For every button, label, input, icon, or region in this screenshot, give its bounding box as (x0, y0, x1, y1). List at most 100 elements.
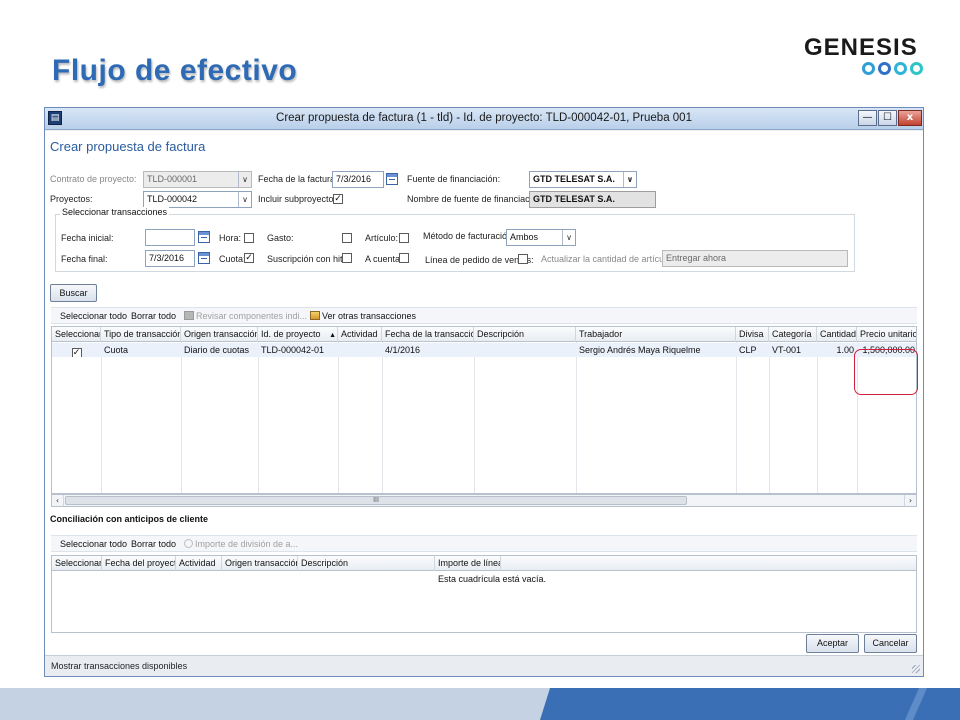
anticipos-toolbar: Seleccionar todo Borrar todo Importe de … (51, 535, 917, 552)
col-header[interactable]: Divisa (736, 327, 769, 342)
calendar-icon[interactable] (198, 231, 210, 243)
row-select-checkbox[interactable]: ✓ (52, 343, 101, 357)
actualizar-field: Entregar ahora (662, 250, 848, 267)
close-button[interactable]: x (898, 110, 922, 126)
select-all-button[interactable]: Seleccionar todo (60, 539, 127, 549)
cell-descripcion (474, 343, 576, 357)
nombre-fuente-label: Nombre de fuente de financiación: (407, 194, 545, 204)
column-divider (101, 342, 102, 493)
transactions-icon (310, 311, 320, 320)
actualizar-label: Actualizar la cantidad de artículos: (541, 254, 679, 264)
col-header[interactable]: Actividad (338, 327, 382, 342)
accept-button[interactable]: Aceptar (806, 634, 859, 653)
column-divider (181, 342, 182, 493)
form-title: Crear propuesta de factura (50, 139, 206, 154)
group-title: Seleccionar transacciones (60, 207, 170, 217)
col-header[interactable]: Descripción (474, 327, 576, 342)
suscripcion-label: Suscripción con hito: (267, 254, 351, 264)
other-transactions-label: Ver otras transacciones (322, 311, 417, 321)
cell-cantidad: 1.00 (836, 345, 854, 355)
col-header[interactable]: Trabajador (576, 327, 736, 342)
fecha-factura-input[interactable]: 7/3/2016 (332, 171, 384, 188)
gasto-checkbox[interactable] (342, 233, 352, 243)
col-header-label: Id. de proyecto (261, 329, 321, 339)
review-components-button[interactable]: Revisar componentes indi... (184, 311, 307, 321)
column-divider (736, 342, 737, 493)
select-all-button[interactable]: Seleccionar todo (60, 311, 127, 321)
gasto-label: Gasto: (267, 233, 294, 243)
cuota-label: Cuota: (219, 254, 246, 264)
col-header[interactable]: Origen transacción (181, 327, 258, 342)
cell-tipo: Cuota (104, 345, 129, 355)
col-header[interactable]: Cantidad (817, 327, 857, 342)
calendar-icon[interactable] (198, 252, 210, 264)
scroll-thumb[interactable]: III (65, 496, 687, 505)
col-header[interactable]: Categoría (769, 327, 817, 342)
fecha-factura-label: Fecha de la factura: (258, 174, 338, 184)
cell-categoria: VT-001 (772, 345, 802, 355)
incluir-checkbox[interactable]: ✓ (333, 194, 343, 204)
empty-grid-message: Esta cuadrícula está vacía. (438, 574, 547, 584)
fecha-inicial-label: Fecha inicial: (61, 233, 114, 243)
contrato-field: TLD-000001 ∨ (143, 171, 252, 188)
buscar-button[interactable]: Buscar (50, 284, 97, 302)
col-header[interactable]: Actividad (176, 556, 222, 571)
ring-icon (910, 62, 923, 75)
col-header[interactable]: Id. de proyecto ▲ (258, 327, 338, 342)
articulo-checkbox[interactable] (399, 233, 409, 243)
incluir-label: Incluir subproyectos: (258, 194, 341, 204)
cancel-button[interactable]: Cancelar (864, 634, 917, 653)
col-header[interactable]: Precio unitario (857, 327, 916, 342)
split-amount-button[interactable]: Importe de división de a... (184, 539, 298, 549)
metodo-select[interactable]: Ambos ∨ (506, 229, 576, 246)
window-titlebar[interactable]: ▤ Crear propuesta de factura (1 - tld) -… (45, 108, 923, 130)
calendar-icon[interactable] (386, 173, 398, 185)
column-divider (576, 342, 577, 493)
fecha-final-input[interactable]: 7/3/2016 (145, 250, 195, 267)
resize-grip-icon[interactable] (912, 665, 920, 673)
review-components-label: Revisar componentes indi... (196, 311, 308, 321)
maximize-button[interactable]: ☐ (878, 110, 897, 126)
cuota-checkbox[interactable]: ✓ (244, 253, 254, 263)
nombre-fuente-field: GTD TELESAT S.A. (529, 191, 656, 208)
grid-header: Seleccionar Tipo de transacción Origen t… (52, 327, 916, 342)
proyectos-select[interactable]: TLD-000042 ∨ (143, 191, 252, 208)
ring-icon (878, 62, 891, 75)
fuente-select[interactable]: GTD TELESAT S.A. ∨ (529, 171, 637, 188)
col-header[interactable]: Importe de línea (435, 556, 501, 571)
select-transactions-group: Seleccionar transacciones Fecha inicial:… (55, 207, 855, 272)
sort-asc-icon: ▲ (329, 332, 336, 339)
col-header[interactable]: Origen transacción (222, 556, 298, 571)
hora-label: Hora: (219, 233, 242, 243)
hora-checkbox[interactable] (244, 233, 254, 243)
transactions-toolbar: Seleccionar todo Borrar todo Revisar com… (51, 307, 917, 324)
dialog-window: ▤ Crear propuesta de factura (1 - tld) -… (44, 107, 924, 677)
proyectos-label: Proyectos: (50, 194, 93, 204)
clear-all-button[interactable]: Borrar todo (131, 539, 176, 549)
scroll-left-icon[interactable]: ‹ (52, 495, 64, 506)
suscripcion-checkbox[interactable] (342, 253, 352, 263)
col-header[interactable]: Seleccionar (52, 327, 101, 342)
price-highlight-annotation (854, 349, 918, 395)
dialog-content: Crear propuesta de factura Contrato de p… (45, 131, 923, 655)
horizontal-scrollbar[interactable]: ‹ III › (51, 494, 917, 507)
column-divider (258, 342, 259, 493)
clear-all-button[interactable]: Borrar todo (131, 311, 176, 321)
col-header[interactable]: Tipo de transacción (101, 327, 181, 342)
cell-id-proyecto: TLD-000042-01 (261, 345, 325, 355)
col-header[interactable]: Fecha del proyecto (102, 556, 176, 571)
a-cuenta-checkbox[interactable] (399, 253, 409, 263)
col-header[interactable]: Fecha de la transacción (382, 327, 474, 342)
other-transactions-button[interactable]: Ver otras transacciones (310, 311, 416, 321)
select-checkbox[interactable]: ✓ (71, 348, 82, 357)
fecha-inicial-input[interactable] (145, 229, 195, 246)
column-divider (382, 342, 383, 493)
fuente-label: Fuente de financiación: (407, 174, 501, 184)
scroll-right-icon[interactable]: › (904, 495, 916, 506)
column-divider (338, 342, 339, 493)
minimize-button[interactable]: — (858, 110, 877, 126)
col-header[interactable]: Seleccionar (52, 556, 102, 571)
linea-pedido-checkbox[interactable] (518, 254, 528, 264)
table-row[interactable]: ✓ Cuota Diario de cuotas TLD-000042-01 4… (52, 343, 916, 357)
col-header[interactable]: Descripción (298, 556, 435, 571)
